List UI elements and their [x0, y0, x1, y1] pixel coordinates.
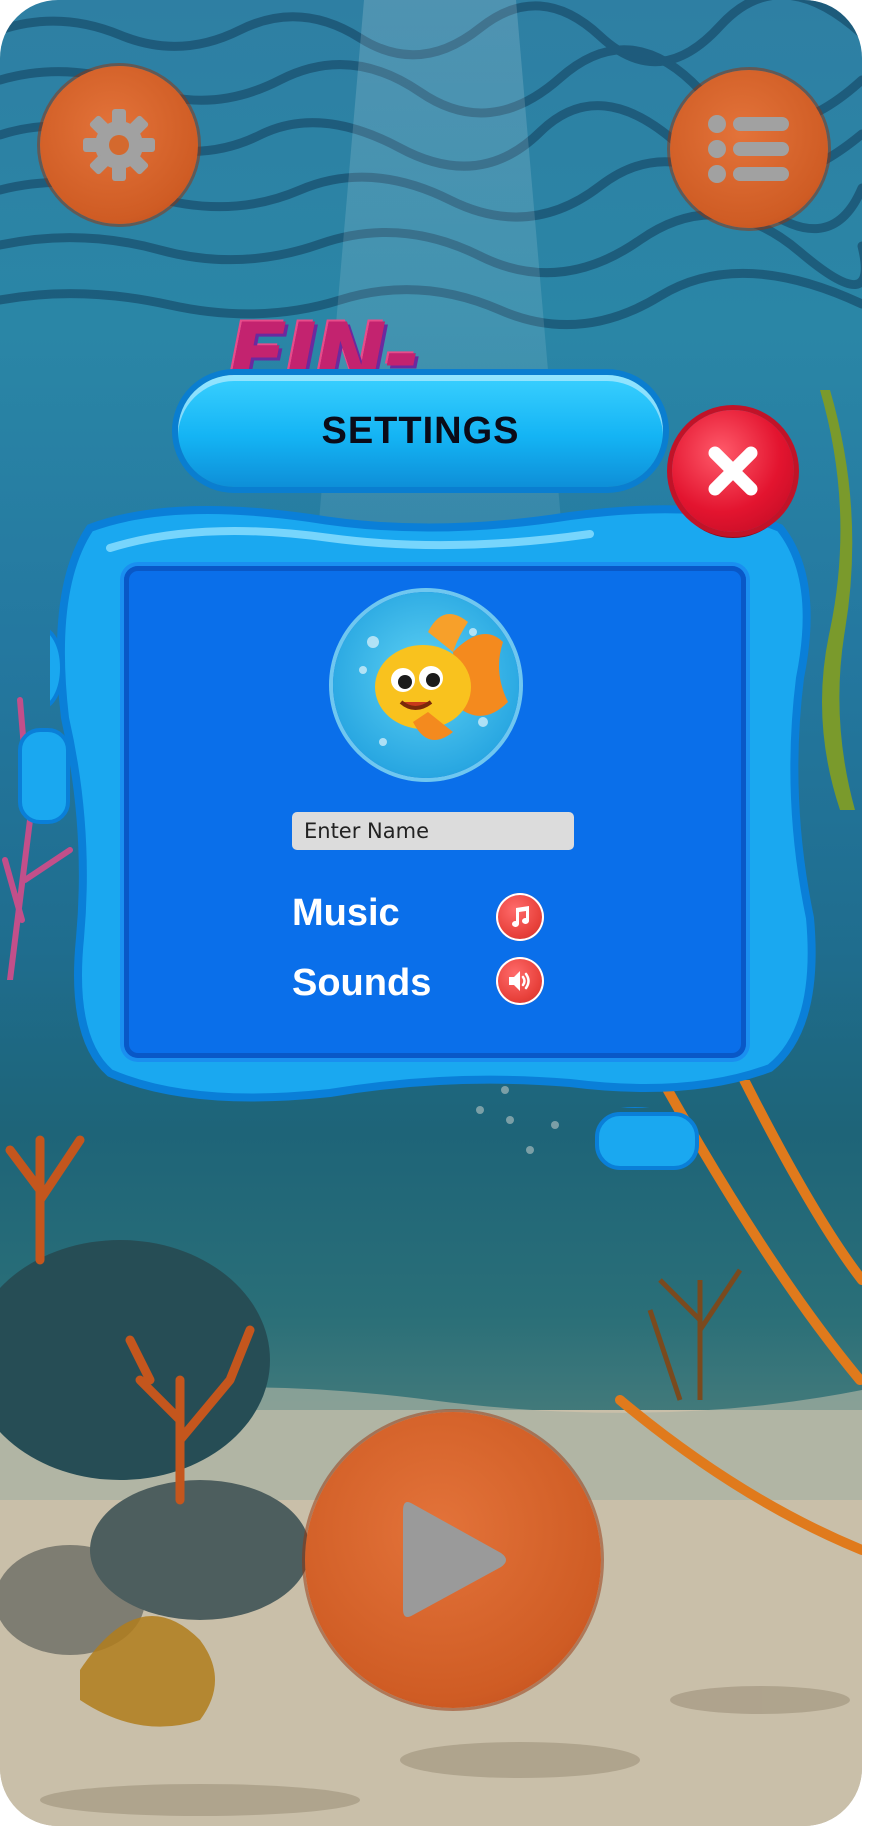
close-icon — [708, 446, 758, 496]
music-label: Music — [292, 892, 400, 934]
settings-title: SETTINGS — [321, 409, 520, 452]
play-button[interactable] — [305, 1412, 601, 1708]
music-toggle-button[interactable] — [496, 893, 544, 941]
menu-button[interactable] — [670, 70, 828, 228]
game-screen: FIN-TASTIC — [0, 0, 862, 1826]
sounds-toggle-button[interactable] — [496, 957, 544, 1005]
list-menu-icon — [708, 115, 789, 183]
goldfish-avatar — [359, 614, 508, 746]
speaker-icon — [509, 971, 530, 991]
panel-droplet-left — [18, 728, 70, 824]
music-note-icon — [512, 906, 529, 927]
player-name-input[interactable] — [292, 812, 574, 850]
settings-button[interactable] — [40, 66, 198, 224]
gear-icon — [83, 109, 155, 181]
player-avatar[interactable] — [333, 592, 519, 778]
panel-droplet-bottom — [595, 1112, 699, 1170]
sounds-label: Sounds — [292, 962, 432, 1004]
play-icon — [403, 1502, 506, 1617]
settings-title-banner: SETTINGS — [178, 375, 663, 487]
close-button[interactable] — [672, 410, 794, 532]
